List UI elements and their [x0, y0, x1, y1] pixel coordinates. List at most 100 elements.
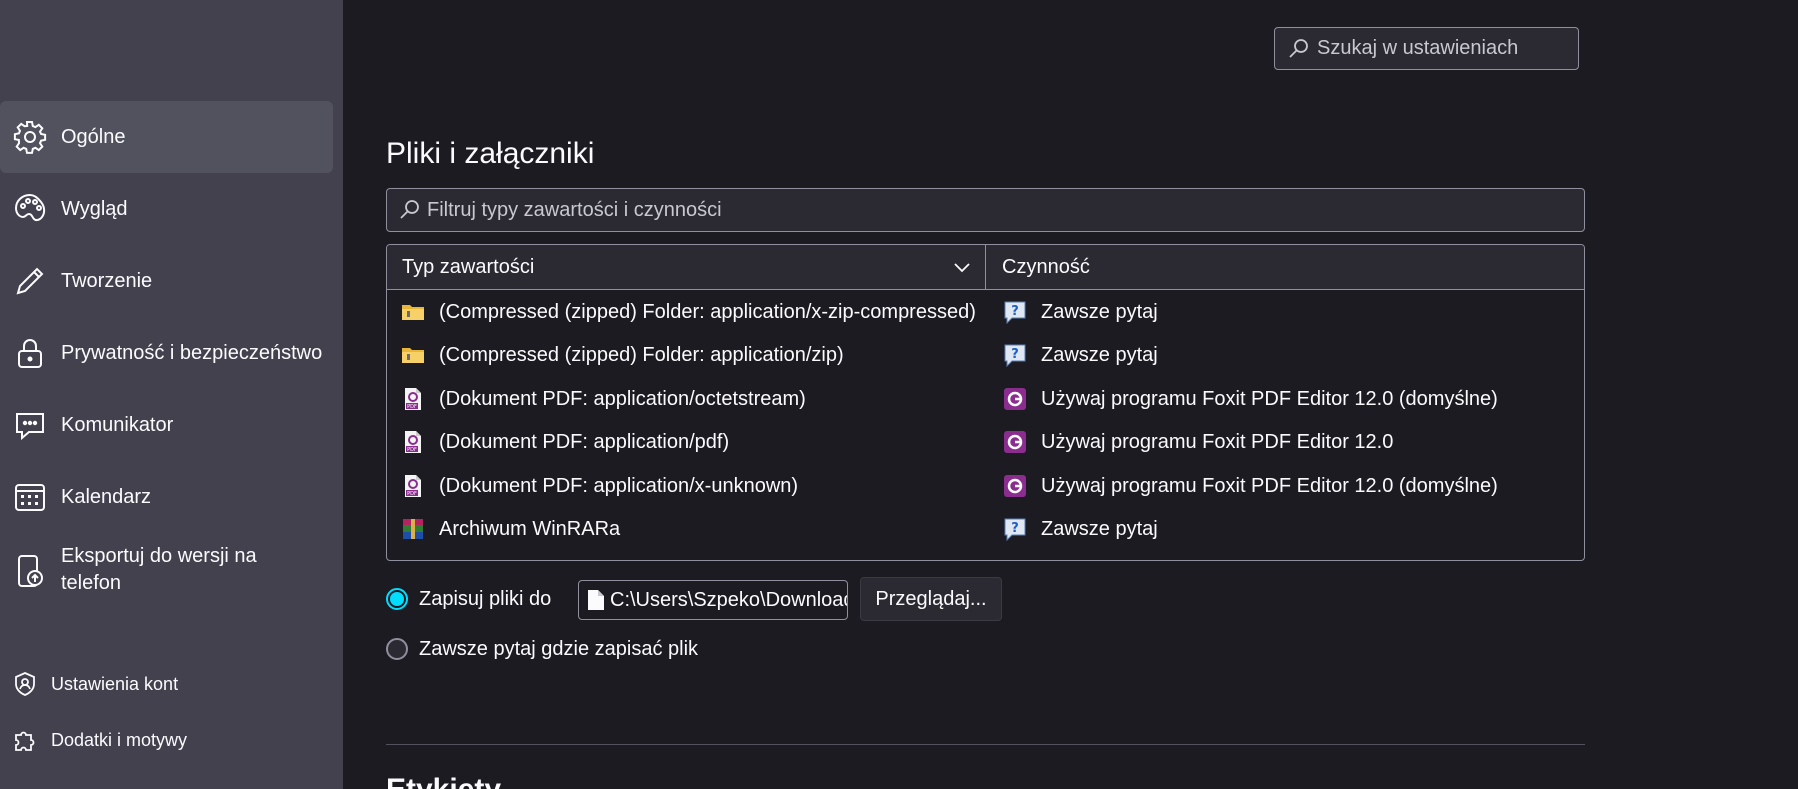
- type-text: Archiwum WinRARa: [439, 517, 621, 540]
- addons-themes-label: Dodatki i motywy: [51, 729, 188, 750]
- winrar-icon: [401, 517, 425, 541]
- table-row[interactable]: PDF (Dokument PDF: application/pdf) Używ…: [387, 420, 1584, 464]
- ask-icon: ?: [1003, 343, 1027, 367]
- foxit-icon: [1003, 430, 1027, 454]
- action-cell: ? Zawsze pytaj: [1003, 333, 1158, 377]
- phone-export-icon: [13, 554, 47, 588]
- save-to-radio[interactable]: [386, 588, 408, 610]
- type-text: (Dokument PDF: application/pdf): [439, 430, 730, 453]
- type-cell: Archiwum WinRARa: [401, 507, 620, 551]
- type-cell: (Compressed (zipped) Folder: application…: [401, 290, 976, 334]
- gear-icon: [13, 120, 47, 154]
- column-header-action-label: Czynność: [1002, 255, 1090, 278]
- action-cell: Używaj programu Foxit PDF Editor 12.0 (d…: [1003, 377, 1498, 421]
- sidebar-item-label-line2: telefon: [61, 572, 122, 594]
- always-ask-label[interactable]: Zawsze pytaj gdzie zapisać plik: [419, 638, 698, 661]
- section-title: Pliki i załączniki: [386, 137, 595, 170]
- table-row[interactable]: (Compressed (zipped) Folder: application…: [387, 333, 1584, 377]
- sidebar-item-label: Wygląd: [61, 197, 128, 220]
- zip-folder-icon: [401, 300, 425, 324]
- action-cell: ? Zawsze pytaj: [1003, 507, 1158, 551]
- palette-icon: [13, 192, 47, 226]
- settings-search-input[interactable]: [1317, 28, 1572, 69]
- section-divider: [386, 744, 1585, 745]
- always-ask-radio[interactable]: [386, 638, 408, 660]
- pdf-file-icon: PDF: [401, 387, 425, 411]
- sidebar-item-general[interactable]: Ogólne: [0, 101, 333, 173]
- download-folder-field[interactable]: C:\Users\Szpeko\Downloads: [578, 580, 848, 620]
- foxit-icon: [1003, 474, 1027, 498]
- sidebar-item-privacy-security[interactable]: Prywatność i bezpieczeństwo: [0, 317, 333, 389]
- table-row[interactable]: (Compressed (zipped) Folder: application…: [387, 290, 1584, 334]
- content-filter-input[interactable]: [427, 189, 1577, 231]
- sidebar-item-label: Tworzenie: [61, 269, 153, 292]
- content-types-table: Typ zawartości Czynność (Compressed (zip…: [386, 244, 1585, 561]
- sidebar-item-label-line1: Eksportuj do wersji na: [61, 545, 257, 567]
- account-settings-link[interactable]: Ustawienia kont: [0, 662, 343, 706]
- puzzle-icon: [12, 727, 38, 753]
- action-text: Zawsze pytaj: [1041, 517, 1158, 540]
- svg-text:PDF: PDF: [407, 404, 417, 410]
- lock-icon: [13, 336, 47, 370]
- content-filter: [386, 188, 1585, 232]
- action-cell: Używaj programu Foxit PDF Editor 12.0: [1003, 420, 1393, 464]
- type-cell: PDF (Dokument PDF: application/x-unknown…: [401, 464, 798, 508]
- pdf-file-icon: PDF: [401, 474, 425, 498]
- sidebar-item-label: Kalendarz: [61, 485, 152, 508]
- action-text: Używaj programu Foxit PDF Editor 12.0: [1041, 430, 1394, 453]
- chevron-down-icon: [954, 263, 970, 273]
- svg-text:PDF: PDF: [407, 491, 417, 497]
- sidebar-item-chat[interactable]: Komunikator: [0, 389, 333, 461]
- type-text: (Compressed (zipped) Folder: application…: [439, 343, 844, 366]
- settings-page: Ogólne Wygląd Tworzenie Prywatność i bez…: [0, 0, 1798, 789]
- type-cell: (Compressed (zipped) Folder: application…: [401, 333, 844, 377]
- save-to-label[interactable]: Zapisuj pliki do: [419, 588, 551, 611]
- document-icon: [588, 590, 604, 610]
- table-row[interactable]: PDF (Dokument PDF: application/octetstre…: [387, 377, 1584, 421]
- svg-text:PDF: PDF: [407, 447, 417, 453]
- browse-button[interactable]: Przeglądaj...: [860, 577, 1002, 621]
- svg-text:?: ?: [1011, 347, 1019, 362]
- sidebar-item-compose[interactable]: Tworzenie: [0, 245, 333, 317]
- svg-text:?: ?: [1011, 304, 1019, 319]
- column-header-action[interactable]: Czynność: [987, 245, 1584, 289]
- type-cell: PDF (Dokument PDF: application/octetstre…: [401, 377, 806, 421]
- action-text: Używaj programu Foxit PDF Editor 12.0 (d…: [1041, 474, 1498, 497]
- table-header: Typ zawartości Czynność: [387, 245, 1584, 290]
- action-text: Używaj programu Foxit PDF Editor 12.0 (d…: [1041, 387, 1498, 410]
- calendar-icon: [13, 480, 47, 514]
- chat-icon: [13, 408, 47, 442]
- pdf-file-icon: PDF: [401, 430, 425, 454]
- settings-search: [1274, 27, 1579, 70]
- search-icon: [400, 200, 419, 219]
- sidebar-item-label: Ogólne: [61, 125, 126, 148]
- table-row[interactable]: Archiwum WinRARa ? Zawsze pytaj: [387, 507, 1584, 551]
- search-icon: [1289, 39, 1308, 58]
- action-cell: Używaj programu Foxit PDF Editor 12.0 (d…: [1003, 464, 1498, 508]
- action-text: Zawsze pytaj: [1041, 300, 1158, 323]
- tags-section-title: Etykiety: [386, 773, 501, 789]
- ask-icon: ?: [1003, 300, 1027, 324]
- addons-themes-link[interactable]: Dodatki i motywy: [0, 718, 343, 762]
- type-text: (Compressed (zipped) Folder: application…: [439, 300, 976, 323]
- action-text: Zawsze pytaj: [1041, 343, 1158, 366]
- sidebar-item-appearance[interactable]: Wygląd: [0, 173, 333, 245]
- type-text: (Dokument PDF: application/x-unknown): [439, 474, 799, 497]
- sidebar-item-label: Komunikator: [61, 413, 174, 436]
- column-header-type-label: Typ zawartości: [402, 255, 535, 278]
- action-cell: ? Zawsze pytaj: [1003, 290, 1158, 334]
- download-folder-path: C:\Users\Szpeko\Downloads: [610, 589, 848, 611]
- account-settings-icon: [12, 671, 38, 697]
- column-header-type[interactable]: Typ zawartości: [387, 245, 986, 289]
- account-settings-label: Ustawienia kont: [51, 673, 179, 694]
- sidebar: Ogólne Wygląd Tworzenie Prywatność i bez…: [0, 0, 343, 789]
- svg-text:?: ?: [1011, 521, 1019, 536]
- table-row[interactable]: PDF (Dokument PDF: application/x-unknown…: [387, 464, 1584, 508]
- ask-icon: ?: [1003, 517, 1027, 541]
- type-cell: PDF (Dokument PDF: application/pdf): [401, 420, 729, 464]
- sidebar-item-export-mobile[interactable]: Eksportuj do wersji na telefon: [0, 533, 333, 609]
- pencil-icon: [13, 264, 47, 298]
- foxit-icon: [1003, 387, 1027, 411]
- sidebar-item-calendar[interactable]: Kalendarz: [0, 461, 333, 533]
- zip-folder-icon: [401, 343, 425, 367]
